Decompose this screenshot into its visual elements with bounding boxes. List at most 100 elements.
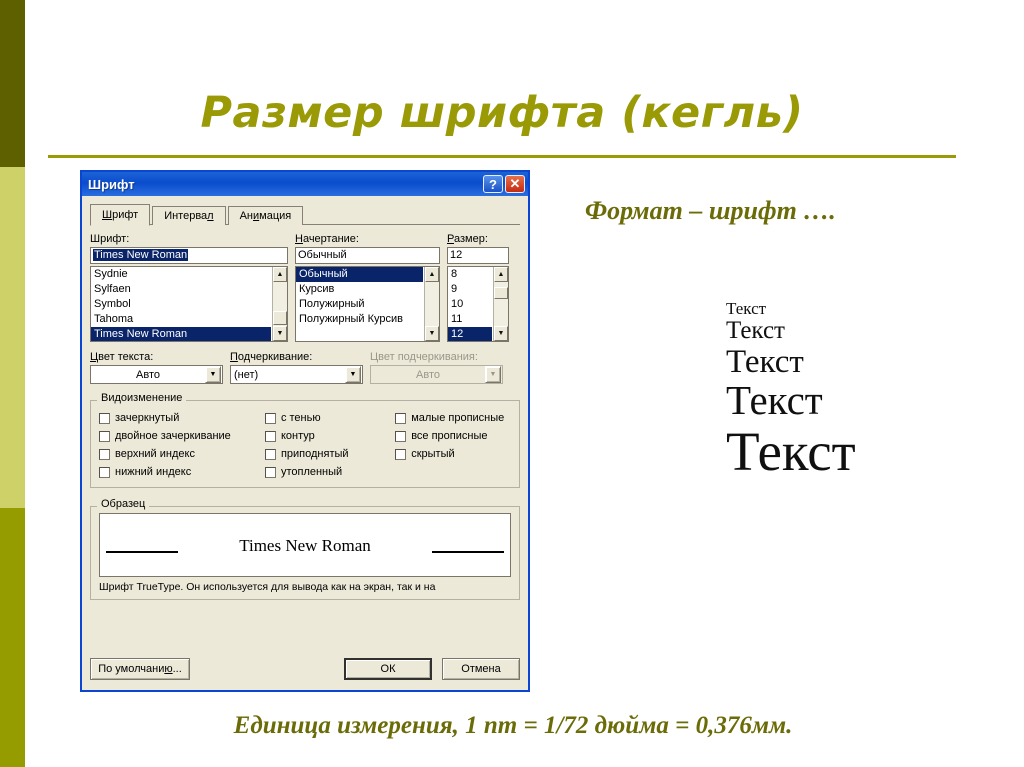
scroll-down-arrow-icon[interactable]: ▼ [273,326,287,341]
chevron-down-icon: ▼ [485,366,501,383]
dialog-title: Шрифт [88,176,135,192]
checkbox-box[interactable] [264,412,276,424]
checkbox-box[interactable] [395,412,407,424]
style-listbox[interactable]: Обычный Курсив Полужирный Полужирный Кур… [295,266,440,342]
checkbox-double-strikethrough[interactable]: двойное зачеркивание [99,427,265,445]
style-input[interactable]: Обычный [295,247,440,264]
list-item-selected[interactable]: Times New Roman [91,327,271,341]
checkbox-strikethrough[interactable]: зачеркнутый [99,409,265,427]
tab-font[interactable]: Шрифт [90,204,151,226]
checkbox-all-caps[interactable]: все прописные [395,427,511,445]
decorative-sidebar-strip [0,0,25,767]
checkbox-label: приподнятый [280,448,349,460]
list-item-selected[interactable]: 12 [448,327,492,341]
preview-note: Шрифт TrueType. Он используется для выво… [99,581,436,593]
dialog-titlebar[interactable]: Шрифт ? ✕ [82,172,528,196]
list-item[interactable]: Symbol [91,297,271,312]
scroll-up-arrow-icon[interactable]: ▲ [425,267,439,282]
checkbox-box[interactable] [395,448,407,460]
size-listbox[interactable]: 8 9 10 11 12 ▲ ▼ [447,266,509,342]
text-sample-4: Текст [726,377,823,424]
checkbox-box[interactable] [264,448,276,460]
default-button[interactable]: По умолчани ю... [90,658,190,680]
style-input-value: Обычный [298,249,347,261]
chevron-down-icon[interactable]: ▼ [345,366,361,383]
tab-animation[interactable]: Анимация [227,206,304,225]
font-list-scrollbar[interactable]: ▲ ▼ [272,267,287,341]
list-item[interactable]: 8 [448,267,492,282]
cancel-button[interactable]: Отмена [442,658,520,680]
tab-font-label-rest: рифт [112,209,139,221]
scroll-down-arrow-icon[interactable]: ▼ [425,326,439,341]
checkbox-box[interactable] [264,466,276,478]
tab-spacing[interactable]: Интервал [152,206,226,225]
checkbox-box[interactable] [99,466,110,478]
checkbox-emboss[interactable]: приподнятый [264,445,395,463]
text-color-value: Авто [136,368,160,381]
list-item-selected[interactable]: Обычный [296,267,423,282]
scrollbar-thumb[interactable] [494,287,508,299]
checkbox-label: скрытый [411,448,455,460]
title-divider-rule [48,155,956,158]
scroll-up-arrow-icon[interactable]: ▲ [494,267,508,282]
scrollbar-thumb[interactable] [273,311,287,325]
checkbox-label: контур [280,430,315,442]
checkbox-label: малые прописные [411,412,505,424]
checkbox-subscript[interactable]: нижний индекс [99,463,265,481]
list-item[interactable]: 9 [448,282,492,297]
checkbox-label: все прописные [411,430,488,442]
underline-dropdown[interactable]: (нет) ▼ [230,365,363,384]
font-input[interactable]: Times New Roman [90,247,288,264]
checkbox-label: с тенью [280,412,321,424]
font-input-value: Times New Roman [93,249,189,261]
list-item[interactable]: Курсив [296,282,423,297]
font-listbox[interactable]: Sydnie Sylfaen Symbol Tahoma Times New R… [90,266,288,342]
list-item[interactable]: Sylfaen [91,282,271,297]
help-icon[interactable]: ? [483,175,503,193]
preview-groupbox: Образец Times New Roman Шрифт TrueType. … [90,498,520,600]
checkbox-hidden[interactable]: скрытый [395,445,511,463]
list-item[interactable]: Полужирный Курсив [296,312,423,327]
style-label: Начертание: [295,233,359,245]
font-label: Шрифт: [90,233,130,245]
list-item[interactable]: Tahoma [91,312,271,327]
checkbox-box[interactable] [264,430,276,442]
effects-column-1: зачеркнутый двойное зачеркивание верхний… [99,409,265,481]
text-color-dropdown[interactable]: Авто ▼ [90,365,223,384]
size-label: Размер: [447,233,488,245]
list-item[interactable]: 10 [448,297,492,312]
size-list-items: 8 9 10 11 12 [448,267,492,341]
checkbox-shadow[interactable]: с тенью [264,409,395,427]
list-item[interactable]: Полужирный [296,297,423,312]
preview-frame: Times New Roman [99,513,511,577]
size-input[interactable]: 12 [447,247,509,264]
dialog-body: Шрифт Интервал Анимация Шрифт: Times New… [82,196,528,690]
checkbox-small-caps[interactable]: малые прописные [395,409,511,427]
checkbox-superscript[interactable]: верхний индекс [99,445,265,463]
text-sample-3: Текст [726,343,804,380]
checkbox-label: утопленный [280,466,343,478]
checkbox-box[interactable] [395,430,407,442]
font-list-items: Sydnie Sylfaen Symbol Tahoma Times New R… [91,267,271,341]
underline-label: Подчеркивание: [230,351,313,363]
list-item[interactable]: Sydnie [91,267,271,282]
list-item[interactable]: 11 [448,312,492,327]
close-icon[interactable]: ✕ [505,175,525,193]
underline-color-dropdown: Авто ▼ [370,365,503,384]
checkbox-engrave[interactable]: утопленный [264,463,395,481]
scroll-down-arrow-icon[interactable]: ▼ [494,326,508,341]
checkbox-box[interactable] [99,448,110,460]
text-sample-1: Текст [726,299,767,318]
underline-color-label: Цвет подчеркивания: [370,351,478,363]
strip-segment-middle [0,167,25,508]
checkbox-box[interactable] [99,412,110,424]
checkbox-box[interactable] [99,430,110,442]
scroll-up-arrow-icon[interactable]: ▲ [273,267,287,282]
checkbox-outline[interactable]: контур [264,427,395,445]
size-list-scrollbar[interactable]: ▲ ▼ [493,267,508,341]
ok-button[interactable]: ОК [344,658,432,680]
style-list-scrollbar[interactable]: ▲ ▼ [424,267,439,341]
chevron-down-icon[interactable]: ▼ [205,366,221,383]
effects-group-title: Видоизменение [97,392,187,404]
effects-checkbox-grid: зачеркнутый двойное зачеркивание верхний… [99,409,511,481]
